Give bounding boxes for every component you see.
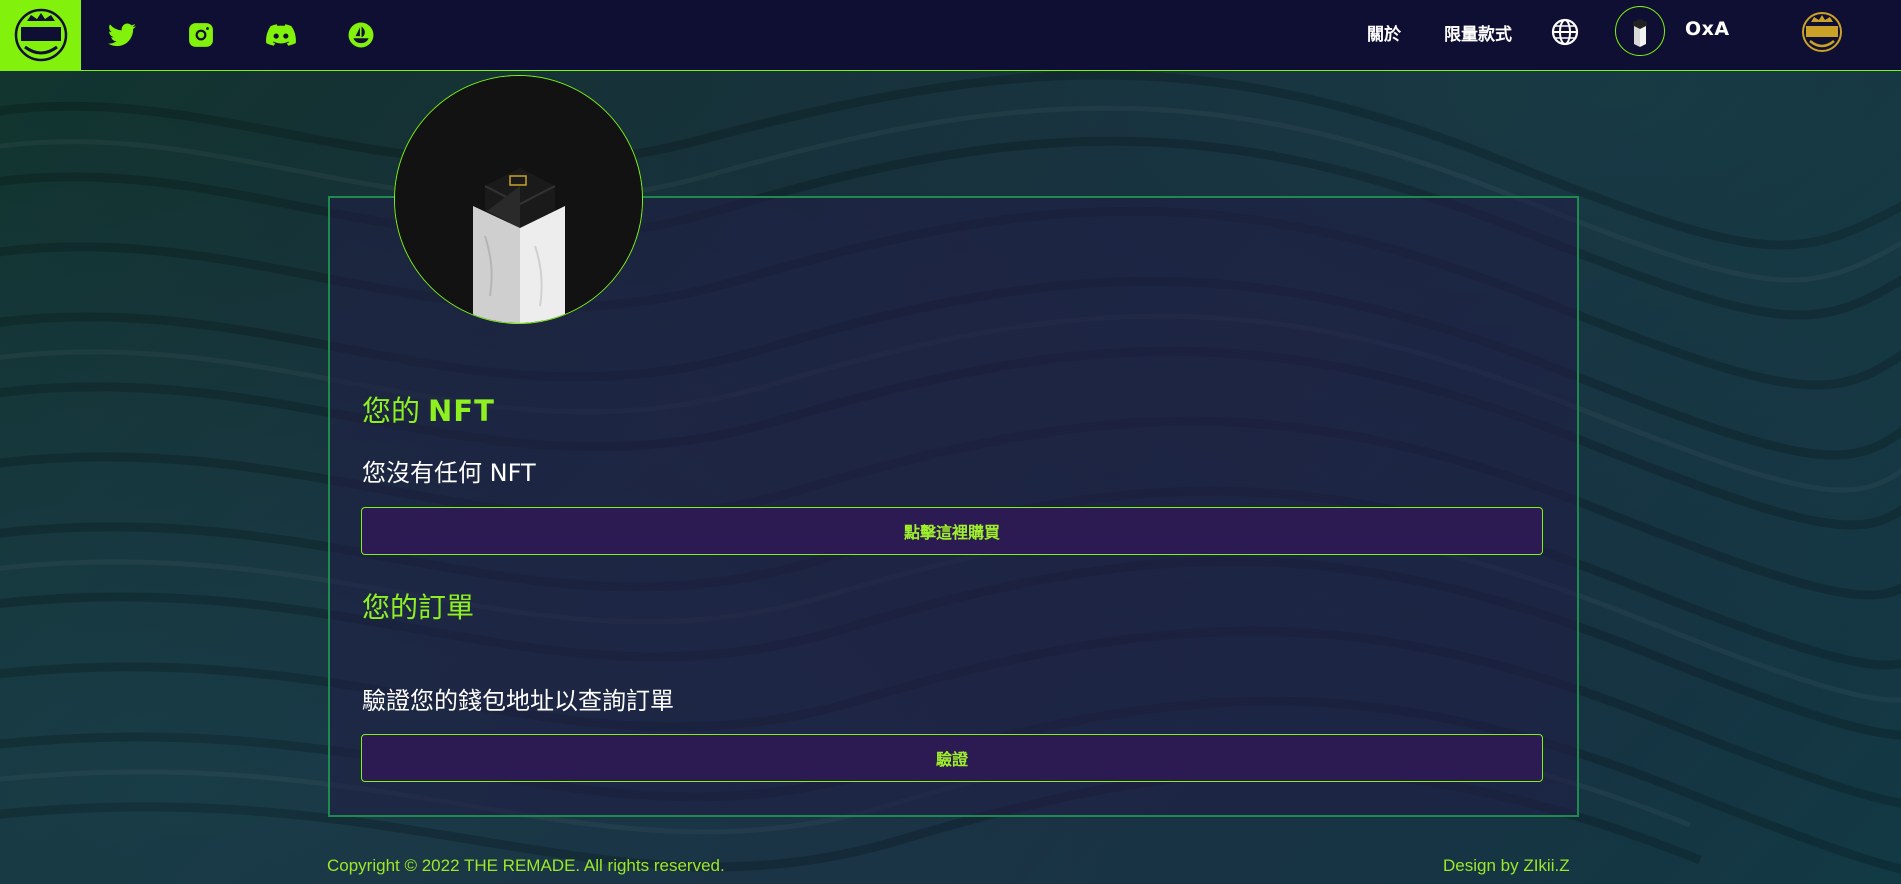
- account-avatar[interactable]: [1615, 6, 1665, 56]
- the-remade-gold-emblem-icon: [1802, 12, 1842, 52]
- instagram-link[interactable]: [181, 15, 221, 55]
- footer-design-credit: Design by ZIkii.Z: [1443, 856, 1570, 875]
- discord-link[interactable]: [261, 15, 301, 55]
- language-globe-icon[interactable]: [1550, 17, 1580, 47]
- buy-here-button[interactable]: 點擊這裡購買: [361, 507, 1543, 555]
- nft-heading-word: NFT: [428, 394, 495, 428]
- your-orders-heading: 您的訂單: [362, 591, 475, 624]
- verify-wallet-prompt: 驗證您的錢包地址以查詢訂單: [362, 687, 674, 715]
- nft-box-image-icon: [395, 76, 642, 323]
- instagram-icon: [189, 23, 213, 47]
- footer-copyright: Copyright © 2022 THE REMADE. All rights …: [327, 856, 725, 875]
- opensea-icon: [348, 22, 374, 48]
- discord-icon: [266, 24, 296, 46]
- nft-box-thumbnail-icon: [1633, 19, 1647, 47]
- nav-about[interactable]: 關於: [1367, 20, 1401, 45]
- brand-emblem[interactable]: [1800, 10, 1844, 54]
- no-nft-message: 您沒有任何 NFT: [362, 459, 536, 487]
- nav-limited-editions[interactable]: 限量款式: [1444, 20, 1512, 45]
- wallet-address[interactable]: OxA: [1685, 18, 1730, 40]
- nft-preview-image: [394, 75, 643, 324]
- brand-logo[interactable]: [0, 0, 81, 70]
- top-navbar: 關於 限量款式 OxA: [0, 0, 1901, 71]
- your-nft-heading-prefix: 您的: [362, 394, 421, 428]
- opensea-link[interactable]: [341, 15, 381, 55]
- twitter-icon: [108, 23, 136, 47]
- your-nft-heading: 您的 NFT: [362, 388, 495, 430]
- verify-button[interactable]: 驗證: [361, 734, 1543, 782]
- twitter-link[interactable]: [102, 15, 142, 55]
- the-remade-logo-icon: [14, 8, 67, 62]
